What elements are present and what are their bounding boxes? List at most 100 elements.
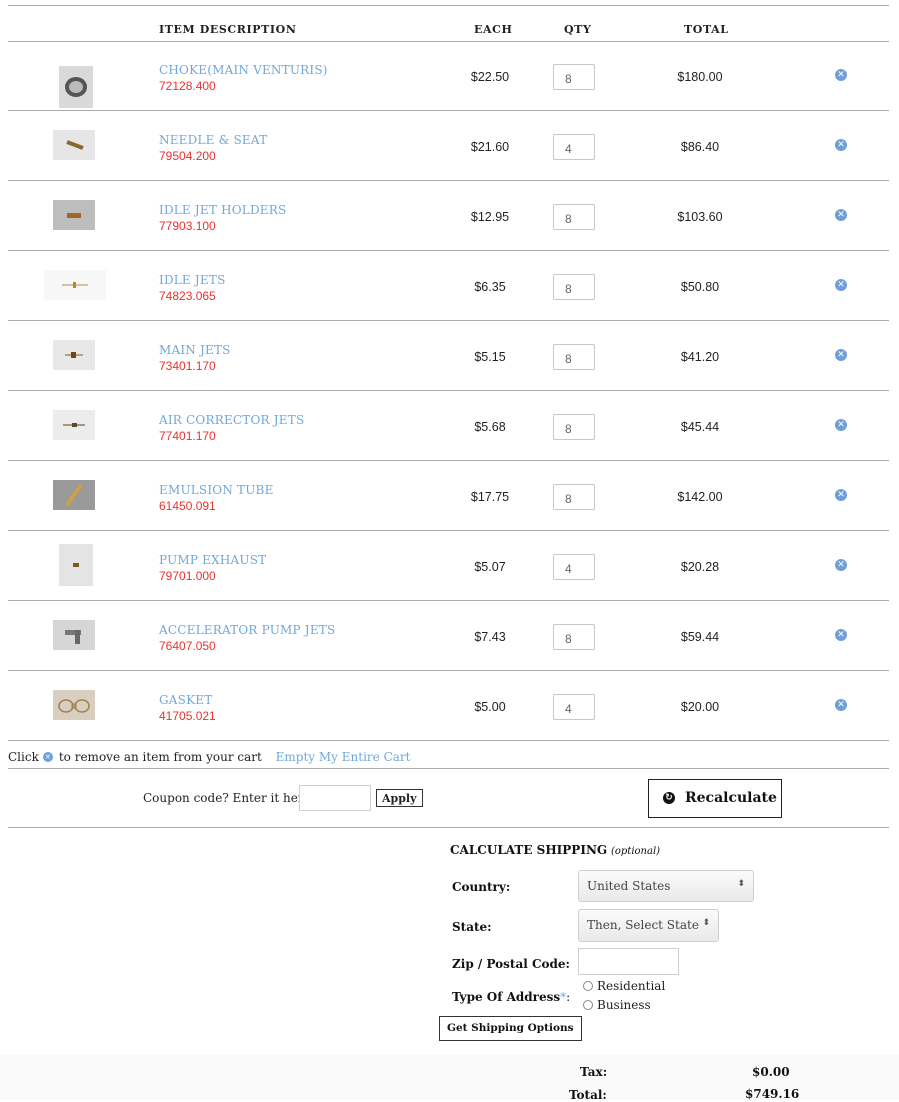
state-select[interactable]: Then, Select State ⬍	[578, 909, 719, 942]
item-name-link[interactable]: NEEDLE & SEAT	[159, 133, 267, 147]
select-arrows-icon: ⬍	[702, 918, 710, 928]
item-each-price: $5.07	[474, 560, 506, 574]
item-each-price: $6.35	[474, 280, 506, 294]
item-total: $86.40	[680, 140, 720, 154]
address-type-label: Type Of Address*:	[452, 990, 570, 1004]
business-radio[interactable]	[583, 999, 593, 1010]
item-each-price: $22.50	[470, 70, 510, 84]
cart-row: MAIN JETS 73401.170 $5.15 8 $41.20 ✕	[0, 340, 899, 416]
quantity-input[interactable]: 4	[553, 134, 595, 160]
gasket-thumbnail	[53, 690, 95, 720]
quantity-input[interactable]: 8	[553, 64, 595, 90]
business-label: Business	[597, 998, 651, 1012]
item-total: $41.20	[680, 350, 720, 364]
get-shipping-options-button[interactable]: Get Shipping Options	[439, 1016, 582, 1041]
row-divider	[8, 180, 889, 181]
recalculate-button[interactable]: ↻ Recalculate	[648, 779, 782, 818]
item-total: $50.80	[680, 280, 720, 294]
quantity-input[interactable]: 8	[553, 624, 595, 650]
item-total: $45.44	[680, 420, 720, 434]
shipping-optional: (optional)	[610, 846, 661, 857]
item-name-link[interactable]: ACCELERATOR PUMP JETS	[159, 623, 335, 637]
item-sku: 73401.170	[159, 359, 216, 373]
row-divider	[8, 740, 889, 741]
remove-item-icon[interactable]: ✕	[835, 489, 847, 501]
idle-jet-thumbnail	[44, 270, 106, 300]
residential-option[interactable]: Residential	[583, 979, 665, 993]
header-qty: QTY	[564, 23, 592, 36]
quantity-input[interactable]: 8	[553, 204, 595, 230]
item-sku: 61450.091	[159, 499, 216, 513]
air-jet-thumbnail	[53, 410, 95, 440]
quantity-input[interactable]: 8	[553, 274, 595, 300]
remove-item-icon[interactable]: ✕	[835, 629, 847, 641]
residential-radio[interactable]	[583, 980, 593, 991]
item-each-price: $5.68	[474, 420, 506, 434]
item-name-link[interactable]: EMULSION TUBE	[159, 483, 274, 497]
quantity-input[interactable]: 8	[553, 484, 595, 510]
item-sku: 72128.400	[159, 79, 216, 93]
remove-item-icon[interactable]: ✕	[835, 209, 847, 221]
item-name-link[interactable]: GASKET	[159, 693, 212, 707]
shipping-title: CALCULATE SHIPPING	[450, 843, 608, 857]
total-value: $749.16	[745, 1087, 800, 1101]
quantity-input[interactable]: 8	[553, 414, 595, 440]
remove-item-icon[interactable]: ✕	[835, 69, 847, 81]
zip-label: Zip / Postal Code:	[452, 957, 570, 971]
tax-value: $0.00	[752, 1065, 790, 1079]
address-type-text: Type Of Address	[452, 990, 561, 1004]
quantity-input[interactable]: 4	[553, 694, 595, 720]
item-sku: 41705.021	[159, 709, 216, 723]
quantity-input[interactable]: 4	[553, 554, 595, 580]
item-each-price: $5.15	[474, 350, 506, 364]
item-name-link[interactable]: MAIN JETS	[159, 343, 231, 357]
remove-item-icon[interactable]: ✕	[835, 279, 847, 291]
remove-item-icon[interactable]: ✕	[835, 349, 847, 361]
cart-row: ACCELERATOR PUMP JETS 76407.050 $7.43 8 …	[0, 620, 899, 696]
hint-divider	[8, 768, 889, 769]
empty-cart-link[interactable]: Empty My Entire Cart	[276, 750, 411, 764]
item-each-price: $7.43	[474, 630, 506, 644]
item-each-price: $17.75	[470, 490, 510, 504]
remove-hint-prefix: Click	[8, 750, 39, 764]
zip-input[interactable]	[578, 948, 679, 975]
item-name-link[interactable]: AIR CORRECTOR JETS	[159, 413, 304, 427]
item-each-price: $12.95	[470, 210, 510, 224]
pump-exhaust-thumbnail	[59, 544, 93, 586]
accelerator-jet-thumbnail	[53, 620, 95, 650]
remove-item-icon: ✕	[42, 751, 53, 762]
remove-item-icon[interactable]: ✕	[835, 139, 847, 151]
coupon-input[interactable]	[299, 785, 371, 811]
remove-hint: Click ✕ to remove an item from your cart E…	[8, 750, 410, 764]
remove-item-icon[interactable]: ✕	[835, 699, 847, 711]
business-option[interactable]: Business	[583, 998, 651, 1012]
header-each: EACH	[474, 23, 513, 36]
item-sku: 76407.050	[159, 639, 216, 653]
row-divider	[8, 250, 889, 251]
cart-row: NEEDLE & SEAT 79504.200 $21.60 4 $86.40 …	[0, 130, 899, 206]
item-total: $20.28	[680, 560, 720, 574]
apply-coupon-button[interactable]: Apply	[376, 789, 423, 807]
country-value: United States	[587, 879, 671, 893]
remove-item-icon[interactable]: ✕	[835, 419, 847, 431]
address-type-colon: :	[566, 990, 571, 1004]
refresh-icon: ↻	[663, 792, 675, 804]
item-name-link[interactable]: PUMP EXHAUST	[159, 553, 266, 567]
item-name-link[interactable]: IDLE JETS	[159, 273, 226, 287]
item-total: $180.00	[677, 70, 723, 84]
item-sku: 79504.200	[159, 149, 216, 163]
header-total: TOTAL	[684, 23, 729, 36]
country-select[interactable]: United States ⬍	[578, 870, 754, 902]
coupon-label: Coupon code? Enter it here:	[143, 791, 315, 805]
row-divider	[8, 110, 889, 111]
quantity-input[interactable]: 8	[553, 344, 595, 370]
remove-item-icon[interactable]: ✕	[835, 559, 847, 571]
emulsion-tube-thumbnail	[53, 480, 95, 510]
item-name-link[interactable]: IDLE JET HOLDERS	[159, 203, 286, 217]
country-label: Country:	[452, 880, 511, 894]
tax-label: Tax:	[580, 1065, 608, 1079]
top-divider	[8, 5, 889, 6]
state-value: Then, Select State	[587, 918, 699, 932]
item-name-link[interactable]: CHOKE(MAIN VENTURIS)	[159, 63, 328, 77]
state-label: State:	[452, 920, 492, 934]
